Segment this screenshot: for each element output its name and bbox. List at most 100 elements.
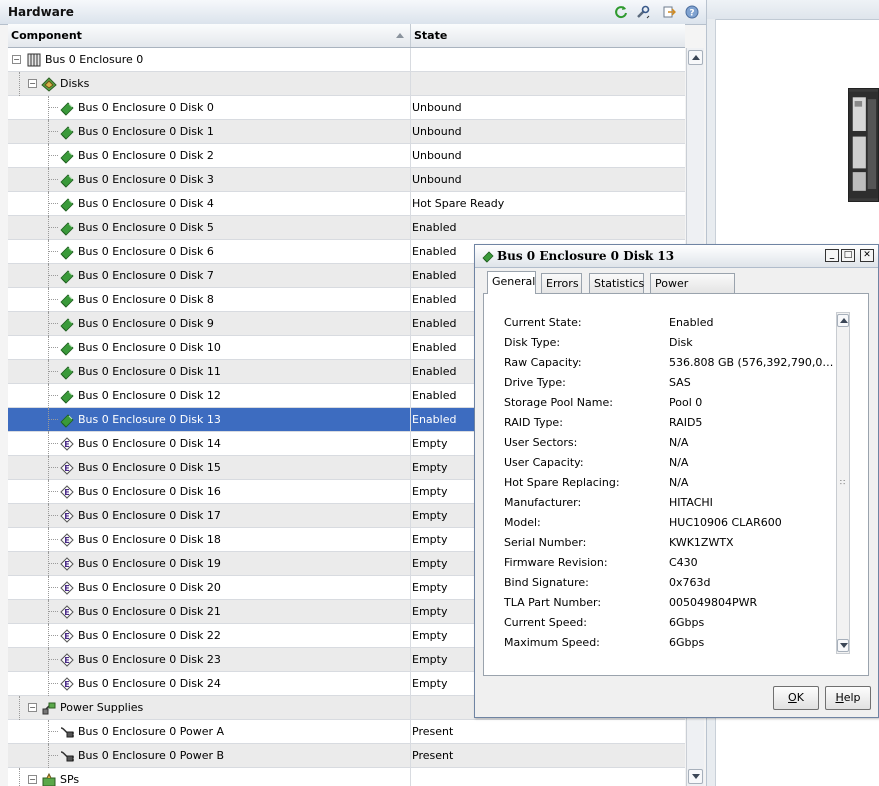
sps-icon: [42, 772, 56, 786]
table-row[interactable]: Bus 0 Enclosure 0 Disk 2 Unbound: [8, 144, 685, 168]
tree-connector: [48, 491, 58, 492]
tree-group-row[interactable]: − Disks: [8, 72, 685, 96]
property-label: Hot Spare Replacing:: [504, 476, 620, 489]
empty-slot-icon: E: [60, 581, 74, 595]
tree-connector: [48, 611, 58, 612]
export-icon[interactable]: [662, 5, 676, 19]
tree-connector: [48, 336, 49, 360]
collapse-toggle[interactable]: −: [28, 775, 37, 784]
state-cell: Enabled: [412, 365, 457, 378]
property-value[interactable]: 536.808 GB (576,392,790,016...: [669, 354, 834, 372]
table-row[interactable]: Bus 0 Enclosure 0 Disk 3 Unbound: [8, 168, 685, 192]
disk-properties-dialog: Bus 0 Enclosure 0 Disk 13 _ □ ✕ General …: [474, 244, 879, 718]
tree-connector: [48, 528, 49, 552]
properties-scrollbar[interactable]: ∷: [836, 312, 850, 654]
tree-connector: [48, 419, 58, 420]
component-cell: Bus 0 Enclosure 0 Disk 6: [8, 240, 411, 264]
component-cell: Bus 0 Enclosure 0 Disk 7: [8, 264, 411, 288]
collapse-toggle[interactable]: −: [28, 703, 37, 712]
column-header-state[interactable]: State: [411, 24, 685, 47]
table-row[interactable]: Bus 0 Enclosure 0 Disk 1 Unbound: [8, 120, 685, 144]
tree-connector: [48, 144, 49, 168]
property-value[interactable]: C430: [669, 554, 834, 572]
property-label: Manufacturer:: [504, 496, 582, 509]
wrench-icon[interactable]: [636, 5, 650, 19]
maximize-icon: □: [843, 250, 853, 260]
property-value[interactable]: HITACHI: [669, 494, 834, 512]
power-plug-icon: [60, 751, 74, 762]
ok-button[interactable]: OK: [773, 686, 819, 710]
refresh-icon[interactable]: [614, 5, 628, 19]
table-row[interactable]: Bus 0 Enclosure 0 Power B Present: [8, 744, 685, 768]
state-cell: Enabled: [412, 293, 457, 306]
property-value[interactable]: N/A: [669, 474, 834, 492]
help-icon[interactable]: ?: [685, 5, 699, 19]
property-value[interactable]: RAID5: [669, 414, 834, 432]
component-cell: E Bus 0 Enclosure 0 Disk 18: [8, 528, 411, 552]
component-label: Bus 0 Enclosure 0 Power B: [78, 749, 225, 762]
dialog-titlebar[interactable]: Bus 0 Enclosure 0 Disk 13 _ □ ✕: [475, 245, 878, 268]
state-cell: Enabled: [412, 269, 457, 282]
table-row[interactable]: Bus 0 Enclosure 0 Disk 5 Enabled: [8, 216, 685, 240]
tab-statistics[interactable]: Statistics: [589, 273, 644, 293]
component-label: Bus 0 Enclosure 0 Disk 12: [78, 389, 221, 402]
component-cell: − Disks: [8, 72, 411, 96]
column-header-component[interactable]: Component: [8, 24, 411, 47]
property-value[interactable]: N/A: [669, 434, 834, 452]
scroll-up-button[interactable]: [688, 50, 703, 65]
sort-ascending-icon: [396, 33, 404, 38]
property-value[interactable]: KWK1ZWTX: [669, 534, 834, 552]
property-value[interactable]: 6Gbps: [669, 634, 834, 652]
property-value[interactable]: 005049804PWR: [669, 594, 834, 612]
collapse-toggle[interactable]: −: [28, 79, 37, 88]
property-value[interactable]: SAS: [669, 374, 834, 392]
property-label: User Capacity:: [504, 456, 584, 469]
collapse-toggle[interactable]: −: [12, 55, 21, 64]
tree-connector: [48, 600, 49, 624]
empty-slot-icon: E: [60, 557, 74, 571]
table-row[interactable]: Bus 0 Enclosure 0 Disk 4 Hot Spare Ready: [8, 192, 685, 216]
property-value[interactable]: Enabled: [669, 314, 834, 332]
property-value[interactable]: 6Gbps: [669, 614, 834, 632]
component-cell: E Bus 0 Enclosure 0 Disk 23: [8, 648, 411, 672]
tree-group-row[interactable]: − Bus 0 Enclosure 0: [8, 48, 685, 72]
tree-connector: [48, 107, 58, 108]
properties-scroll-up-button[interactable]: [837, 314, 849, 327]
component-cell: E Bus 0 Enclosure 0 Disk 17: [8, 504, 411, 528]
property-label: Model:: [504, 516, 541, 529]
tab-power-settings[interactable]: Power Settings: [650, 273, 735, 309]
disk-icon: [60, 294, 74, 308]
property-value[interactable]: Pool 0: [669, 394, 834, 412]
component-cell: Bus 0 Enclosure 0 Disk 3: [8, 168, 411, 192]
component-label: Power Supplies: [60, 701, 144, 714]
component-cell: E Bus 0 Enclosure 0 Disk 19: [8, 552, 411, 576]
minimize-button[interactable]: _: [825, 249, 839, 262]
component-label: Bus 0 Enclosure 0 Disk 19: [78, 557, 221, 570]
tree-connector: [48, 731, 58, 732]
scroll-down-button[interactable]: [688, 769, 703, 784]
state-cell: Empty: [412, 653, 448, 666]
property-label: Bind Signature:: [504, 576, 589, 589]
component-cell: Bus 0 Enclosure 0 Disk 10: [8, 336, 411, 360]
arrow-down-icon: [840, 643, 848, 648]
property-label: Current State:: [504, 316, 582, 329]
table-row[interactable]: Bus 0 Enclosure 0 Disk 0 Unbound: [8, 96, 685, 120]
state-cell: Empty: [412, 605, 448, 618]
property-value[interactable]: Disk: [669, 334, 834, 352]
close-button[interactable]: ✕: [860, 249, 874, 262]
tab-general[interactable]: General: [487, 271, 536, 294]
tab-errors[interactable]: Errors: [541, 273, 582, 293]
tree-connector: [48, 672, 49, 696]
properties-scroll-down-button[interactable]: [837, 639, 849, 652]
empty-slot-icon: E: [60, 509, 74, 523]
table-row[interactable]: Bus 0 Enclosure 0 Power A Present: [8, 720, 685, 744]
maximize-button[interactable]: □: [841, 249, 855, 262]
disk-icon: [60, 222, 74, 236]
property-value[interactable]: 0x763d: [669, 574, 834, 592]
help-button[interactable]: Help: [825, 686, 871, 710]
property-value[interactable]: N/A: [669, 454, 834, 472]
component-label: SPs: [60, 773, 80, 786]
property-value[interactable]: HUC10906 CLAR600: [669, 514, 834, 532]
tree-connector: [48, 467, 58, 468]
tree-group-row[interactable]: − SPs: [8, 768, 685, 786]
